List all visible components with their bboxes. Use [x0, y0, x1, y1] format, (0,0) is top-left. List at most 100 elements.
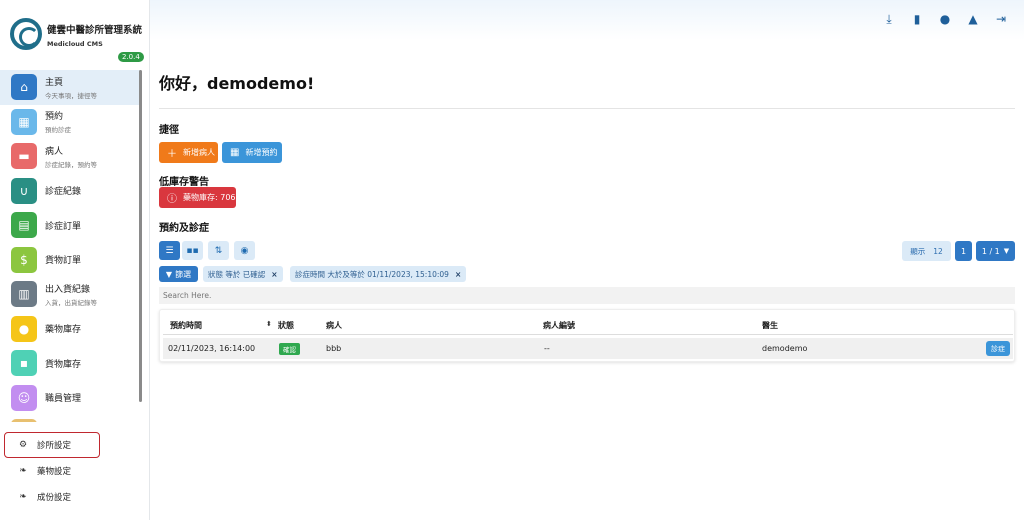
ingredient-settings-link[interactable]: ❧ 成份設定	[0, 484, 150, 510]
sidebar-item-consult-records[interactable]: ∪ 診症紀錄	[0, 174, 141, 209]
table-row[interactable]: 02/11/2023, 16:14:00 確認 bbb -- demodemo …	[163, 338, 1013, 359]
sort-icon: ⇅	[214, 245, 223, 256]
close-icon[interactable]: ×	[271, 270, 277, 279]
top-actions: ⤓ ▮ ● ▲ ⇥	[882, 12, 1008, 26]
sort-icon[interactable]: ⬍	[266, 320, 272, 328]
grid-view-button[interactable]: ▪▪	[182, 241, 203, 260]
sidebar-item-medicine-stock[interactable]: ● 藥物庫存	[0, 312, 141, 347]
sidebar-item-sub: 入貨，出貨紀錄等	[45, 298, 97, 307]
page-size-select[interactable]: 顯示 12	[902, 241, 951, 261]
page-number-button[interactable]: 1	[955, 241, 972, 261]
version-badge: 2.0.4	[118, 52, 144, 62]
sidebar-item-sub: 今天事項，捷徑等	[45, 91, 97, 100]
chip-label: 診症時間 大於及等於 01/11/2023, 15:10:09	[295, 269, 449, 279]
low-stock-button[interactable]: ⓘ 藥物庫存: 706	[159, 187, 236, 208]
sidebar-item-label: 預約	[45, 112, 64, 123]
sidebar-item-label: 職員管理	[45, 394, 82, 405]
sidebar-item-label: 診症紀錄	[45, 187, 82, 198]
appointments-title: 預約及診症	[159, 223, 209, 234]
sidebar-item-home[interactable]: ⌂ 主頁 今天事項，捷徑等	[0, 70, 141, 105]
sidebar-item-patients[interactable]: ▬ 病人診症紀錄，預約等	[0, 139, 141, 174]
clipboard-icon[interactable]: ▮	[910, 12, 924, 26]
alert-circle-icon: ⓘ	[167, 194, 177, 205]
divider	[159, 108, 1015, 109]
filter-button[interactable]: ▼ 篩選	[159, 266, 198, 282]
sidebar-item-label: 貨物訂單	[45, 256, 82, 267]
visibility-button[interactable]: ◉	[234, 241, 255, 260]
consult-button[interactable]: 診症	[986, 341, 1010, 356]
page-select-label: 1 / 1	[981, 246, 1000, 256]
low-stock-label: 藥物庫存: 706	[183, 193, 236, 202]
sidebar: 健雲中醫診所管理系統 Medicloud CMS 2.0.4 ⌂ 主頁 今天事項，…	[0, 0, 150, 520]
header-patient-no: 病人編號	[543, 321, 575, 330]
gears-icon: ⚙	[18, 440, 28, 450]
add-appointment-label: 新增預約	[245, 148, 278, 157]
low-stock-title: 低庫存警告	[159, 177, 209, 188]
folder-icon: ▭	[11, 419, 37, 422]
user-icon[interactable]: ●	[938, 12, 952, 26]
sidebar-item-sub: 診症紀錄，預約等	[45, 160, 97, 169]
logout-icon[interactable]: ⇥	[994, 12, 1008, 26]
leaf-icon: ❧	[19, 492, 27, 502]
warehouse-icon: ▥	[11, 281, 37, 308]
stethoscope-icon: ∪	[11, 177, 37, 204]
bed-icon: ▬	[11, 143, 37, 170]
main-content: 你好，demodemo! 捷徑 ＋ 新增病人 ▦ 新增預約 低庫存警告 ⓘ 藥物…	[150, 40, 1024, 520]
cell-patient: bbb	[326, 344, 342, 353]
leaf-icon: ❧	[19, 466, 27, 476]
sidebar-item-label: 病人	[45, 146, 64, 157]
sidebar-item-label: 出入貨紀錄	[45, 284, 91, 295]
header-status: 狀態	[278, 321, 294, 330]
header-patient: 病人	[326, 321, 342, 330]
close-icon[interactable]: ×	[455, 270, 461, 279]
filter-label: 篩選	[175, 269, 192, 279]
sidebar-item-goods-stock[interactable]: ▪ 貨物庫存	[0, 346, 141, 381]
sidebar-item-appointments[interactable]: ▦ 預約 預約診症	[0, 105, 141, 140]
brand: 健雲中醫診所管理系統 Medicloud CMS 2.0.4	[0, 0, 150, 68]
sidebar-item-label: 藥物庫存	[45, 325, 82, 336]
clinic-settings-link[interactable]: ⚙ 診所設定	[4, 432, 100, 458]
header-doctor: 醫生	[762, 321, 778, 330]
shortcuts-title: 捷徑	[159, 125, 179, 136]
medicine-settings-link[interactable]: ❧ 藥物設定	[0, 458, 150, 484]
filter-icon: ▼	[165, 269, 173, 279]
sidebar-item-files[interactable]: ▭ 控案	[0, 415, 141, 422]
eye-icon: ◉	[240, 245, 249, 256]
clinic-settings-label: 診所設定	[37, 441, 72, 451]
header-time: 預約時間	[170, 321, 202, 330]
add-patient-button[interactable]: ＋ 新增病人	[159, 142, 218, 163]
sidebar-item-consult-orders[interactable]: ▤ 診症訂單	[0, 208, 141, 243]
add-appointment-button[interactable]: ▦ 新增預約	[222, 142, 282, 163]
sidebar-item-goods-orders[interactable]: $ 貨物訂單	[0, 243, 141, 278]
document-icon: ▤	[11, 212, 37, 239]
sidebar-nav: ⌂ 主頁 今天事項，捷徑等 ▦ 預約 預約診症 ▬ 病人 診症紀錄，預約等 ∪ 診症紀…	[0, 70, 141, 422]
chip-label: 狀態 等於 已確認	[208, 269, 266, 279]
medicine-settings-label: 藥物設定	[37, 467, 72, 477]
search-input[interactable]	[159, 287, 1015, 304]
app-logo	[10, 18, 42, 50]
list-icon: ☰	[165, 245, 174, 256]
appointments-table: 預約時間 ⬍ 狀態 病人 病人編號 醫生 02/11/2023, 16:14:0…	[159, 309, 1015, 362]
sidebar-item-staff[interactable]: ☺ 職員管理	[0, 381, 141, 416]
status-badge: 確認	[279, 343, 300, 355]
ingredient-settings-label: 成份設定	[37, 493, 72, 503]
sidebar-item-label: 主頁	[45, 77, 64, 88]
bell-icon[interactable]: ▲	[966, 12, 980, 26]
add-patient-label: 新增病人	[183, 148, 215, 157]
filter-chip-status: 狀態 等於 已確認 ×	[203, 266, 283, 282]
sidebar-scrollbar[interactable]	[139, 70, 142, 402]
greeting: 你好，demodemo!	[159, 74, 315, 93]
sidebar-item-label: 診症訂單	[45, 221, 82, 232]
app-title: 健雲中醫診所管理系統	[47, 25, 143, 36]
grid-icon: ▪▪	[186, 245, 199, 256]
sidebar-item-sub: 預約診症	[45, 126, 71, 135]
chevron-down-icon: ▼	[1003, 247, 1010, 255]
download-icon[interactable]: ⤓	[882, 12, 896, 26]
cell-time: 02/11/2023, 16:14:00	[168, 344, 256, 353]
page-select[interactable]: 1 / 1 ▼	[976, 241, 1015, 261]
table-header-divider	[163, 334, 1013, 335]
sidebar-item-stock-records[interactable]: ▥ 出入貨紀錄入貨，出貨紀錄等	[0, 277, 141, 312]
sidebar-settings: ⚙ 診所設定 ❧ 藥物設定 ❧ 成份設定	[0, 432, 150, 510]
list-view-button[interactable]: ☰	[159, 241, 180, 260]
sort-button[interactable]: ⇅	[208, 241, 229, 260]
